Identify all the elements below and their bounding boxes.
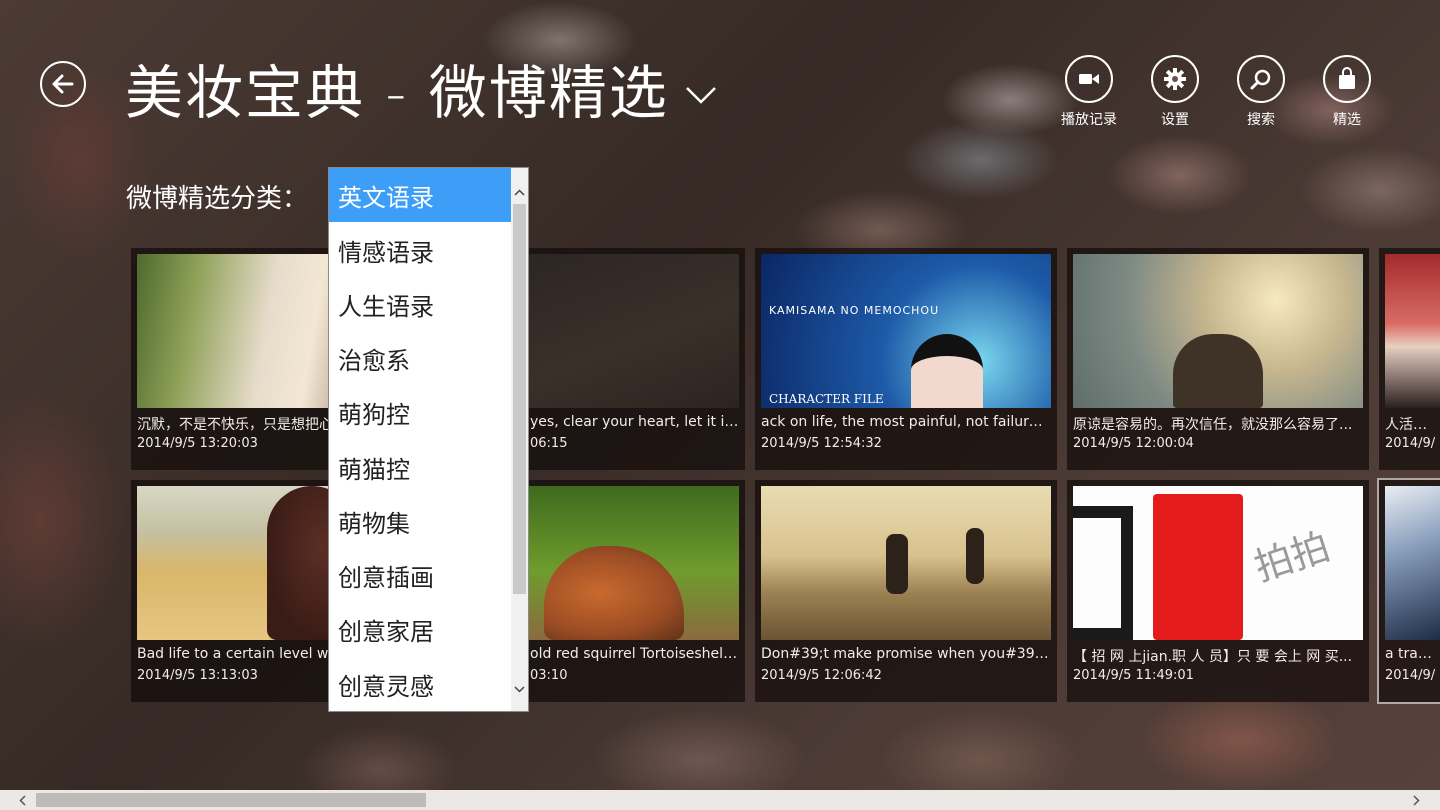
- dropdown-option[interactable]: 创意插画: [329, 548, 512, 602]
- settings-label: 设置: [1161, 112, 1189, 128]
- anime-title-text: KAMISAMA NO MEMOCHOU: [769, 304, 940, 317]
- dropdown-option[interactable]: 创意灵感: [329, 657, 512, 711]
- scroll-down-icon[interactable]: [511, 679, 528, 699]
- search-icon: [1237, 55, 1285, 103]
- tile-caption: 【 招 网 上jian.职 人 员】只 要 会上 网 买...: [1073, 649, 1353, 665]
- tile-caption: yes, clear your heart, let it in t...: [530, 414, 740, 430]
- dropdown-scroll-thumb[interactable]: [513, 204, 526, 594]
- tile-caption: 人活一张: [1385, 417, 1440, 433]
- page-title-dropdown[interactable]: 美妆宝典 - 微博精选: [125, 46, 717, 130]
- tile-caption: ack on life, the most painful, not failu…: [761, 414, 1051, 430]
- playback-history-button[interactable]: 播放记录: [1046, 55, 1132, 129]
- category-label: 微博精选分类：: [126, 184, 309, 214]
- category-dropdown[interactable]: 英文语录 情感语录 人生语录 治愈系 萌狗控 萌猫控 萌物集 创意插画 创意家居…: [328, 167, 529, 712]
- playback-history-label: 播放记录: [1061, 112, 1117, 128]
- weibo-tile[interactable]: 拍拍 【 招 网 上jian.职 人 员】只 要 会上 网 买... 2014/…: [1067, 480, 1369, 702]
- jumping-figure: [886, 534, 908, 594]
- back-arrow-icon: [52, 74, 74, 94]
- dropdown-option[interactable]: 创意家居: [329, 602, 512, 656]
- anime-sub-text: CHARACTER FILE: [769, 392, 884, 406]
- shopping-bag-icon: [1323, 55, 1371, 103]
- tile-date: 2014/9/: [1385, 668, 1436, 683]
- tile-image: 拍拍: [1073, 486, 1363, 640]
- dropdown-option[interactable]: 人生语录: [329, 277, 512, 331]
- tile-caption: a travele: [1385, 646, 1440, 662]
- tile-image: [1385, 254, 1440, 408]
- tile-date: 06:15: [530, 436, 568, 451]
- featured-label: 精选: [1333, 112, 1361, 128]
- tile-image: [761, 486, 1051, 640]
- tile-image: KAMISAMA NO MEMOCHOU CHARACTER FILE: [761, 254, 1051, 408]
- search-label: 搜索: [1247, 112, 1275, 128]
- settings-button[interactable]: 设置: [1132, 55, 1218, 129]
- tile-date: 2014/9/5 11:49:01: [1073, 668, 1194, 683]
- page-title: 美妆宝典 - 微博精选: [125, 59, 669, 127]
- dropdown-option[interactable]: 萌物集: [329, 494, 512, 548]
- scroll-up-icon[interactable]: [511, 182, 528, 202]
- scroll-left-icon[interactable]: [12, 790, 32, 810]
- dropdown-scrollbar[interactable]: [511, 168, 528, 711]
- weibo-tile[interactable]: a travele 2014/9/: [1377, 478, 1440, 704]
- tile-date: 2014/9/5 12:00:04: [1073, 436, 1194, 451]
- jumping-figure: [966, 528, 984, 584]
- video-camera-icon: [1065, 55, 1113, 103]
- horizontal-scroll-thumb[interactable]: [36, 793, 426, 807]
- tile-caption: old red squirrel Tortoiseshell a...: [530, 646, 740, 662]
- tile-date: 2014/9/5 12:06:42: [761, 668, 882, 683]
- tile-caption: Don#39;t make promise when you#39;re i..…: [761, 646, 1051, 662]
- red-character-shape: [1153, 494, 1243, 640]
- horizontal-scrollbar[interactable]: [0, 790, 1440, 810]
- sticker-text: 拍拍: [1249, 524, 1336, 590]
- dropdown-option[interactable]: 情感语录: [329, 223, 512, 277]
- black-character-shape: [1073, 506, 1133, 640]
- app-bar: 播放记录 设置 搜索 精选: [1046, 55, 1390, 129]
- tile-date: 03:10: [530, 668, 568, 683]
- dropdown-option[interactable]: 萌狗控: [329, 385, 512, 439]
- squirrel: [544, 546, 684, 640]
- anime-girl-face: [911, 334, 983, 408]
- tile-image: [1073, 254, 1363, 408]
- tile-date: 2014/9/5 13:13:03: [137, 668, 258, 683]
- chevron-down-icon: [685, 87, 716, 104]
- tile-date: 2014/9/5 12:54:32: [761, 436, 882, 451]
- couple-silhouette: [1173, 334, 1263, 408]
- tile-image: [1385, 486, 1440, 640]
- dropdown-option[interactable]: 萌猫控: [329, 440, 512, 494]
- tile-date: 2014/9/: [1385, 436, 1436, 451]
- weibo-tile[interactable]: Don#39;t make promise when you#39;re i..…: [755, 480, 1057, 702]
- search-button[interactable]: 搜索: [1218, 55, 1304, 129]
- tile-caption: 原谅是容易的。再次信任，就没那么容易了...: [1073, 417, 1353, 433]
- weibo-tile[interactable]: 原谅是容易的。再次信任，就没那么容易了... 2014/9/5 12:00:04: [1067, 248, 1369, 470]
- weibo-tile[interactable]: KAMISAMA NO MEMOCHOU CHARACTER FILE ack …: [755, 248, 1057, 470]
- dropdown-option[interactable]: 治愈系: [329, 331, 512, 385]
- scroll-right-icon[interactable]: [1406, 790, 1426, 810]
- tile-date: 2014/9/5 13:20:03: [137, 436, 258, 451]
- dropdown-option-selected[interactable]: 英文语录: [329, 168, 512, 222]
- back-button[interactable]: [40, 61, 86, 107]
- gear-icon: [1151, 55, 1199, 103]
- featured-button[interactable]: 精选: [1304, 55, 1390, 129]
- weibo-tile[interactable]: 人活一张 2014/9/: [1379, 248, 1440, 470]
